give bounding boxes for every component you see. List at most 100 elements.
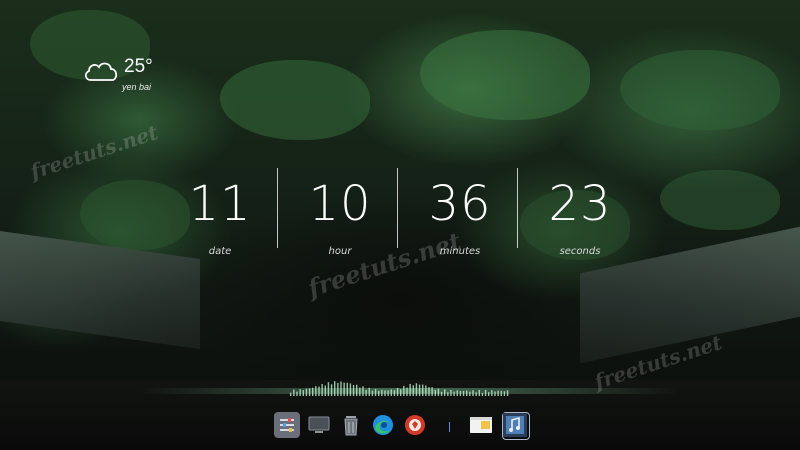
clock-date: 11 date: [160, 160, 280, 270]
visualizer-bar: [378, 390, 380, 396]
visualizer-bar: [296, 391, 298, 396]
visualizer-bar: [308, 388, 311, 396]
minutes-value: 36: [428, 176, 492, 232]
visualizer-bar: [450, 390, 452, 396]
visualizer-bar: [299, 389, 301, 396]
visualizer-bar: [403, 385, 405, 396]
visualizer-bar: [315, 386, 317, 396]
visualizer-bar: [356, 384, 358, 396]
visualizer-bar: [387, 390, 389, 396]
wallpaper-leaf: [620, 50, 780, 130]
dock-separator: [449, 422, 450, 432]
visualizer-bar: [431, 387, 433, 396]
visualizer-bar: [365, 389, 367, 396]
visualizer-bar: [390, 389, 392, 396]
visualizer-bar: [346, 382, 348, 396]
visualizer-bar: [334, 381, 336, 396]
seconds-value: 23: [548, 176, 612, 232]
visualizer-bar: [459, 391, 462, 396]
edge-browser-icon[interactable]: [370, 412, 396, 438]
visualizer-bar: [396, 387, 399, 396]
visualizer-bar: [462, 390, 465, 396]
visualizer-bar: [481, 392, 484, 396]
visualizer-bar: [406, 387, 408, 396]
visualizer-bar: [384, 390, 386, 396]
visualizer-bar: [506, 390, 509, 396]
visualizer-bar: [312, 387, 314, 396]
visualizer-bar: [472, 390, 474, 396]
trash-icon[interactable]: [338, 412, 364, 438]
monitor-icon[interactable]: [306, 412, 332, 438]
visualizer-bar: [290, 392, 292, 396]
visualizer-bar: [371, 390, 374, 396]
visualizer-bar: [302, 390, 304, 396]
visualizer-bar: [440, 391, 443, 396]
visualizer-bar: [466, 390, 468, 396]
date-value: 11: [188, 176, 252, 232]
visualizer-bar: [447, 392, 449, 396]
visualizer-bar: [343, 382, 345, 396]
visualizer-bar: [324, 385, 326, 396]
visualizer-bar: [352, 385, 355, 396]
visualizer-bar: [415, 383, 418, 396]
visualizer-bar: [484, 390, 487, 396]
visualizer-bar: [337, 382, 339, 396]
visualizer-bar: [321, 384, 323, 396]
visualizer-bar: [293, 389, 295, 396]
visualizer-bar: [400, 389, 402, 396]
settings-sliders-icon[interactable]: [274, 412, 300, 438]
visualizer-bar: [434, 389, 436, 396]
city-name: yen bai: [122, 82, 152, 92]
visualizer-bar: [494, 391, 496, 396]
visualizer-bar: [305, 388, 308, 396]
visualizer-bar: [488, 392, 490, 396]
visualizer-bar: [368, 387, 370, 396]
visualizer-bar: [491, 390, 493, 396]
visualizer-bar: [456, 390, 458, 396]
visualizer-bar: [412, 385, 414, 396]
wallpaper-leaf: [420, 30, 590, 120]
red-app-icon[interactable]: [402, 412, 428, 438]
visualizer-bar: [318, 386, 320, 396]
visualizer-bar: [428, 387, 430, 396]
visualizer-bar: [437, 388, 440, 396]
visualizer-bar: [503, 391, 506, 396]
desktop: 25° yen bai 11 date 10 hour 36 minutes 2…: [0, 0, 800, 450]
visualizer-bar: [475, 392, 477, 396]
clock-seconds: 23 seconds: [520, 160, 640, 270]
visualizer-bar: [469, 391, 471, 396]
visualizer-bar: [422, 384, 424, 396]
visualizer-bar: [381, 389, 383, 396]
temperature: 25°: [124, 56, 153, 77]
wallpaper-leaf: [220, 60, 370, 140]
watermark: freetuts.net: [27, 120, 161, 184]
visualizer-bar: [478, 390, 480, 396]
wallpaper-leaf: [660, 170, 780, 230]
music-app-icon[interactable]: [502, 412, 530, 440]
visualizer-bar: [349, 383, 352, 396]
visualizer-bar: [500, 390, 502, 396]
visualizer-bar: [497, 390, 499, 396]
cloud-icon: [84, 62, 118, 81]
visualizer-bar: [409, 383, 411, 396]
file-explorer-icon[interactable]: [468, 412, 494, 438]
visualizer-bar: [340, 381, 342, 396]
weather-widget[interactable]: 25° yen bai: [82, 56, 162, 96]
visualizer-bar: [393, 390, 396, 396]
visualizer-bar: [362, 386, 364, 396]
dock: [268, 408, 538, 444]
visualizer-bar: [330, 384, 333, 396]
seconds-label: seconds: [559, 246, 601, 257]
visualizer-bar: [418, 384, 421, 396]
visualizer-bar: [453, 391, 455, 396]
visualizer-bar: [425, 385, 427, 396]
visualizer-bar: [374, 388, 377, 396]
hour-value: 10: [308, 176, 372, 232]
clock-divider: [517, 168, 518, 248]
clock-divider: [397, 168, 398, 248]
date-label: date: [208, 246, 232, 257]
clock-divider: [277, 168, 278, 248]
visualizer-bar: [444, 389, 446, 396]
visualizer-bar: [359, 387, 361, 396]
visualizer-bar: [327, 382, 330, 396]
